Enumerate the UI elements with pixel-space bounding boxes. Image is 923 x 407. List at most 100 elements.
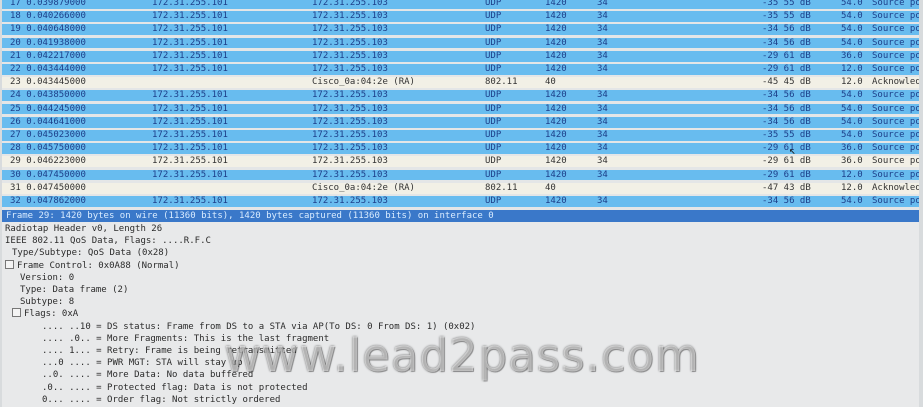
detail-text: Type/Subtype: QoS Data (0x28) — [12, 248, 170, 259]
packet-destination: 172.31.255.103 — [312, 103, 388, 114]
packet-info: Acknowledgeme — [872, 182, 919, 193]
packet-number-time: 30 0.047450000 — [10, 169, 86, 180]
detail-text: Version: 0 — [20, 272, 75, 283]
mouse-cursor-icon: ↖ — [789, 144, 796, 157]
detail-line[interactable]: IEEE 802.11 QoS Data, Flags: ....R.F.C — [2, 236, 919, 247]
packet-extra: 34 — [597, 50, 608, 61]
packet-number-time: 32 0.047862000 — [10, 196, 86, 206]
packet-source: 172.31.255.101 — [152, 116, 228, 127]
detail-text: ...0 .... = PWR MGT: STA will stay up — [42, 358, 243, 369]
packet-row[interactable]: 20 0.041938000 172.31.255.101 172.31.255.1… — [2, 37, 919, 49]
packet-destination: 172.31.255.103 — [312, 50, 388, 61]
packet-extra: 34 — [597, 103, 608, 114]
packet-length: 1420 — [545, 143, 567, 154]
packet-row[interactable]: 19 0.040648000 172.31.255.101 172.31.255.1… — [2, 24, 919, 36]
packet-row[interactable]: 30 0.047450000 172.31.255.101 172.31.255.1… — [2, 169, 919, 181]
packet-signal: -34 56 dB — [762, 37, 811, 48]
packet-number-time: 23 0.043445000 — [10, 77, 86, 88]
packet-number-time: 17 0.039879000 — [10, 0, 86, 8]
packet-destination: 172.31.255.103 — [312, 37, 388, 48]
detail-line[interactable]: Flags: 0xA — [2, 308, 919, 320]
packet-info: Source port: — [872, 0, 919, 8]
detail-line[interactable]: Subtype: 8 — [2, 297, 919, 308]
packet-signal: -34 56 dB — [762, 24, 811, 35]
packet-extra: 34 — [597, 11, 608, 22]
packet-number-time: 20 0.041938000 — [10, 37, 86, 48]
packet-source: 172.31.255.101 — [152, 130, 228, 140]
detail-line[interactable]: Type: Data frame (2) — [2, 285, 919, 296]
packet-protocol: UDP — [485, 50, 502, 61]
packet-source: 172.31.255.101 — [152, 50, 228, 61]
packet-protocol: UDP — [485, 24, 502, 35]
packet-destination: 172.31.255.103 — [312, 156, 388, 167]
packet-length: 1420 — [545, 103, 567, 114]
packet-row[interactable]: 32 0.047862000 172.31.255.101 172.31.255.1… — [2, 196, 919, 207]
packet-info: Source port: — [872, 169, 919, 180]
packet-signal: -29 61 dB — [762, 143, 811, 154]
packet-row[interactable]: 23 0.043445000 Cisco_0a:04:2e (RA) 802.11 4… — [2, 77, 919, 88]
packet-row[interactable]: 22 0.043444000 172.31.255.101 172.31.255.1… — [2, 64, 919, 75]
packet-destination: 172.31.255.103 — [312, 11, 388, 22]
packet-source: 172.31.255.101 — [152, 24, 228, 35]
detail-line[interactable]: Version: 0 — [2, 273, 919, 284]
expand-toggle-icon[interactable] — [12, 308, 21, 318]
packet-destination: 172.31.255.103 — [312, 196, 388, 206]
packet-length: 1420 — [545, 116, 567, 127]
packet-protocol: UDP — [485, 37, 502, 48]
detail-line[interactable]: Frame Control: 0x0A88 (Normal) — [2, 259, 919, 272]
packet-row[interactable]: 17 0.039879000 172.31.255.101 172.31.255.1… — [2, 0, 919, 9]
expand-toggle-icon[interactable] — [5, 259, 14, 269]
packet-extra: 34 — [597, 130, 608, 140]
packet-row[interactable]: 18 0.040266000 172.31.255.101 172.31.255.1… — [2, 11, 919, 22]
packet-length: 1420 — [545, 130, 567, 140]
packet-info: Source port: — [872, 103, 919, 114]
detail-line[interactable]: 0... .... = Order flag: Not strictly ord… — [2, 395, 919, 406]
packet-row[interactable]: 28 0.045750000 172.31.255.101 172.31.255.1… — [2, 143, 919, 154]
packet-info: Acknowledgeme — [872, 77, 919, 88]
packet-protocol: UDP — [485, 0, 502, 8]
packet-protocol: UDP — [485, 130, 502, 140]
packet-signal: -29 61 dB — [762, 156, 811, 167]
packet-extra: 34 — [597, 90, 608, 101]
packet-protocol: UDP — [485, 11, 502, 22]
detail-text: Subtype: 8 — [20, 297, 75, 308]
packet-source: 172.31.255.101 — [152, 103, 228, 114]
detail-line[interactable]: Radiotap Header v0, Length 26 — [2, 224, 919, 235]
detail-text: Flags: 0xA — [24, 309, 79, 320]
packet-row[interactable]: 25 0.044245000 172.31.255.101 172.31.255.1… — [2, 103, 919, 115]
packet-destination: 172.31.255.103 — [312, 130, 388, 140]
packet-row[interactable]: 24 0.043850000 172.31.255.101 172.31.255.1… — [2, 90, 919, 102]
packet-protocol: UDP — [485, 143, 502, 154]
packet-source: 172.31.255.101 — [152, 156, 228, 167]
packet-row[interactable]: 26 0.044641000 172.31.255.101 172.31.255.1… — [2, 116, 919, 128]
packet-destination: 172.31.255.103 — [312, 0, 388, 8]
packet-signal: -35 55 dB — [762, 0, 811, 8]
packet-signal: -29 61 dB — [762, 64, 811, 74]
packet-protocol: 802.11 — [485, 77, 518, 88]
packet-signal: -34 56 dB — [762, 90, 811, 101]
packet-protocol: UDP — [485, 169, 502, 180]
packet-row[interactable]: 31 0.047450000 Cisco_0a:04:2e (RA) 802.11 4… — [2, 182, 919, 194]
packet-destination: Cisco_0a:04:2e (RA) — [312, 77, 415, 88]
packet-signal: -35 55 dB — [762, 130, 811, 140]
packet-info: Source port: — [872, 143, 919, 154]
packet-length: 1420 — [545, 37, 567, 48]
packet-row[interactable]: 27 0.045023000 172.31.255.101 172.31.255.1… — [2, 130, 919, 141]
packet-row[interactable]: 21 0.042217000 172.31.255.101 172.31.255.1… — [2, 50, 919, 62]
packet-extra: 34 — [597, 169, 608, 180]
packet-row[interactable]: 29 0.046223000 172.31.255.101 172.31.255.1… — [2, 156, 919, 168]
packet-number-time: 24 0.043850000 — [10, 90, 86, 101]
detail-line[interactable]: Type/Subtype: QoS Data (0x28) — [2, 248, 919, 259]
packet-list[interactable]: 17 0.039879000 172.31.255.101 172.31.255.1… — [2, 0, 919, 211]
packet-info: Source port: — [872, 156, 919, 167]
packet-length: 1420 — [545, 64, 567, 74]
packet-length: 1420 — [545, 90, 567, 101]
packet-info: Source port: — [872, 116, 919, 127]
packet-destination: 172.31.255.103 — [312, 143, 388, 154]
packet-number-time: 29 0.046223000 — [10, 156, 86, 167]
packet-number-time: 18 0.040266000 — [10, 11, 86, 22]
packet-length: 1420 — [545, 169, 567, 180]
wireshark-window: 17 0.039879000 172.31.255.101 172.31.255.1… — [2, 0, 919, 407]
watermark: www.lead2pass.com — [224, 329, 700, 382]
frame-summary-line[interactable]: Frame 29: 1420 bytes on wire (11360 bits… — [2, 210, 919, 222]
